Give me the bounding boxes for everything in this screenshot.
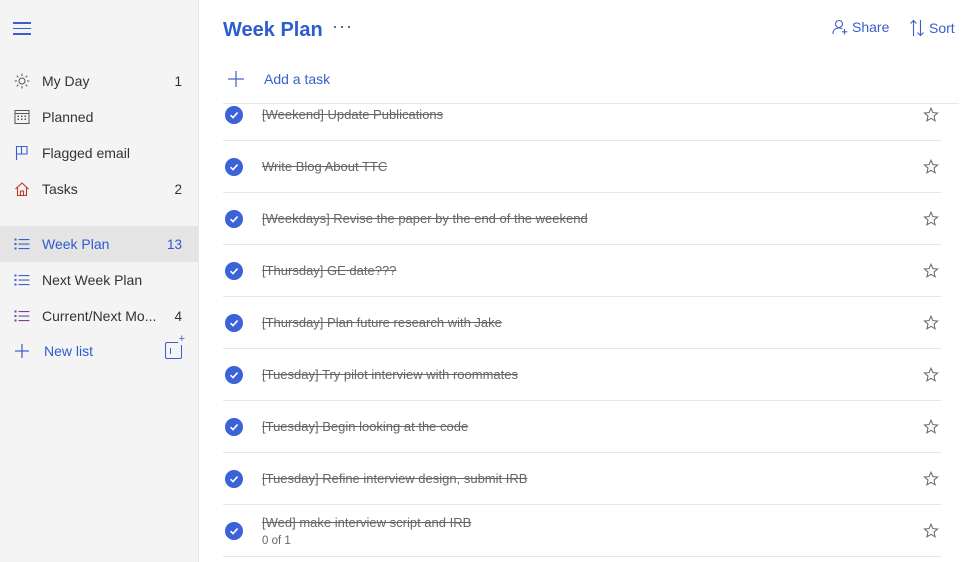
page-title: Week Plan bbox=[223, 19, 323, 41]
checkmark-icon bbox=[229, 320, 239, 327]
star-icon[interactable] bbox=[923, 419, 939, 435]
sidebar-item-label: Week Plan bbox=[42, 236, 110, 252]
task-row[interactable]: [Thursday] GE date??? bbox=[223, 245, 941, 297]
task-title: Write Blog About TTC bbox=[262, 159, 388, 174]
person-add-icon bbox=[832, 19, 848, 35]
sidebar-item-planned[interactable]: Planned bbox=[0, 99, 198, 135]
star-icon[interactable] bbox=[923, 523, 939, 539]
sort-icon bbox=[910, 19, 924, 37]
star-icon[interactable] bbox=[923, 159, 939, 175]
sort-button[interactable]: Sort bbox=[909, 19, 955, 37]
sun-icon bbox=[13, 72, 31, 90]
sidebar-item-tasks[interactable]: Tasks 2 bbox=[0, 171, 198, 207]
checkmark-icon bbox=[229, 476, 239, 483]
sidebar-item-label: Tasks bbox=[42, 181, 78, 197]
completed-checkbox[interactable] bbox=[225, 366, 243, 384]
task-title: [Weekend] Update Publications bbox=[262, 107, 444, 122]
completed-checkbox[interactable] bbox=[225, 158, 243, 176]
task-title: [Tuesday] Try pilot interview with roomm… bbox=[262, 367, 518, 382]
sidebar-item-label: My Day bbox=[42, 73, 90, 89]
task-subtask-count: 0 of 1 bbox=[262, 535, 291, 547]
add-task-label: Add a task bbox=[264, 71, 331, 87]
star-icon[interactable] bbox=[923, 263, 939, 279]
sidebar-item-week-plan[interactable]: Week Plan 13 bbox=[0, 226, 198, 262]
sidebar-item-label: Planned bbox=[42, 109, 94, 125]
sidebar: My Day 1 Planned Flagged email Tasks 2 W… bbox=[0, 0, 199, 562]
hamburger-menu-icon[interactable] bbox=[13, 22, 31, 36]
main-panel: Week Plan ··· Share Sort Add a task [Wee… bbox=[199, 0, 975, 562]
share-label: Share bbox=[852, 19, 890, 35]
sidebar-item-my-day[interactable]: My Day 1 bbox=[0, 63, 198, 99]
checkmark-icon bbox=[229, 424, 239, 431]
sidebar-item-label: Current/Next Mo... bbox=[42, 308, 157, 324]
task-row[interactable]: [Tuesday] Try pilot interview with roomm… bbox=[223, 349, 941, 401]
sidebar-item-label: Next Week Plan bbox=[42, 272, 143, 288]
sidebar-item-flagged-email[interactable]: Flagged email bbox=[0, 135, 198, 171]
sidebar-item-current-next-month[interactable]: Current/Next Mo... 4 bbox=[0, 298, 198, 334]
task-row[interactable]: [Weekdays] Revise the paper by the end o… bbox=[223, 193, 941, 245]
task-row[interactable]: [Wed] make interview script and IRB 0 of … bbox=[223, 505, 941, 557]
list-icon bbox=[13, 271, 31, 289]
checkmark-icon bbox=[229, 112, 239, 119]
checkmark-icon bbox=[229, 372, 239, 379]
star-icon[interactable] bbox=[923, 107, 939, 123]
checkmark-icon bbox=[229, 528, 239, 535]
checkmark-icon bbox=[229, 216, 239, 223]
task-title: [Tuesday] Begin looking at the code bbox=[262, 419, 469, 434]
sidebar-item-count: 4 bbox=[174, 308, 182, 324]
sidebar-item-label: Flagged email bbox=[42, 145, 130, 161]
completed-checkbox[interactable] bbox=[225, 210, 243, 228]
checkmark-icon bbox=[229, 268, 239, 275]
completed-checkbox[interactable] bbox=[225, 314, 243, 332]
list-icon bbox=[13, 307, 31, 325]
app-window: My Day 1 Planned Flagged email Tasks 2 W… bbox=[0, 0, 975, 562]
share-button[interactable]: Share bbox=[832, 19, 889, 35]
task-title: [Wed] make interview script and IRB bbox=[262, 515, 472, 530]
sidebar-item-count: 2 bbox=[174, 181, 182, 197]
completed-checkbox[interactable] bbox=[225, 470, 243, 488]
sidebar-item-next-week-plan[interactable]: Next Week Plan bbox=[0, 262, 198, 298]
completed-checkbox[interactable] bbox=[225, 418, 243, 436]
task-row[interactable]: [Weekend] Update Publications bbox=[223, 89, 941, 141]
task-title: [Thursday] GE date??? bbox=[262, 263, 397, 278]
new-list-label: New list bbox=[44, 343, 94, 359]
sidebar-item-count: 13 bbox=[166, 236, 182, 252]
new-group-icon[interactable] bbox=[165, 334, 186, 359]
star-icon[interactable] bbox=[923, 315, 939, 331]
calendar-icon bbox=[13, 108, 31, 126]
plus-icon bbox=[13, 342, 31, 360]
checkmark-icon bbox=[229, 164, 239, 171]
completed-checkbox[interactable] bbox=[225, 522, 243, 540]
task-row[interactable]: [Tuesday] Begin looking at the code bbox=[223, 401, 941, 453]
list-icon bbox=[13, 235, 31, 253]
more-options-button[interactable]: ··· bbox=[332, 16, 353, 37]
task-row[interactable]: [Tuesday] Refine interview design, submi… bbox=[223, 453, 941, 505]
task-title: [Tuesday] Refine interview design, submi… bbox=[262, 471, 528, 486]
star-icon[interactable] bbox=[923, 211, 939, 227]
home-icon bbox=[13, 180, 31, 198]
task-title: [Weekdays] Revise the paper by the end o… bbox=[262, 211, 588, 226]
flag-icon bbox=[13, 144, 31, 162]
completed-checkbox[interactable] bbox=[225, 106, 243, 124]
task-row[interactable]: [Thursday] Plan future research with Jak… bbox=[223, 297, 941, 349]
sidebar-item-count: 1 bbox=[174, 73, 182, 89]
completed-checkbox[interactable] bbox=[225, 262, 243, 280]
task-title: [Thursday] Plan future research with Jak… bbox=[262, 315, 502, 330]
star-icon[interactable] bbox=[923, 471, 939, 487]
sort-label: Sort bbox=[929, 20, 955, 36]
task-row[interactable]: Write Blog About TTC bbox=[223, 141, 941, 193]
plus-icon bbox=[228, 71, 244, 87]
star-icon[interactable] bbox=[923, 367, 939, 383]
